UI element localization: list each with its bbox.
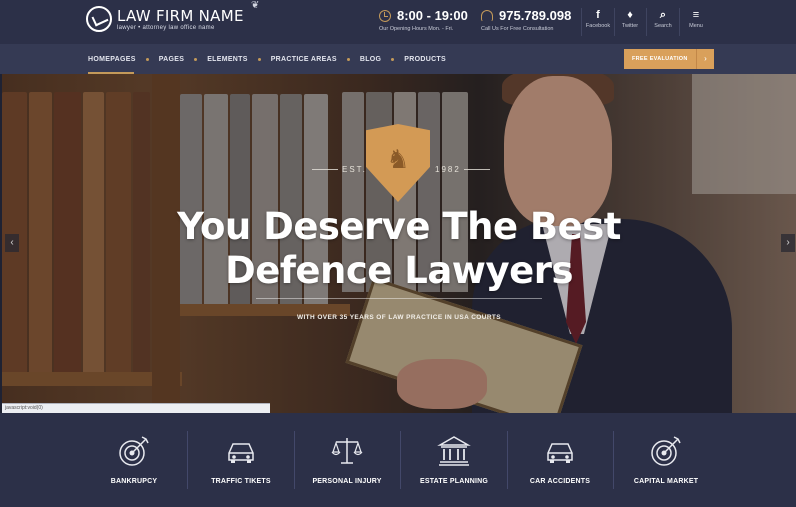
car-icon <box>547 443 573 463</box>
facebook-label: Facebook <box>585 23 611 29</box>
nav-item-pages[interactable]: PAGES <box>159 56 208 63</box>
nav-separator-dot <box>391 57 395 61</box>
twitter-icon: ♦ <box>627 9 633 21</box>
phone-value: 975.789.098 <box>499 8 572 23</box>
practice-areas-bar: BANKRUPCY TRAFFIC TIKETS PERSONAL INJURY <box>0 413 796 507</box>
service-car-accidents[interactable]: CAR ACCIDENTS <box>507 413 613 507</box>
twitter-label: Twitter <box>621 23 639 29</box>
nav-item-blog[interactable]: BLOG <box>360 56 404 63</box>
logo-tagline: lawyer • attorney law office name <box>117 24 215 31</box>
nav-item-homepages[interactable]: HOMEPAGES <box>88 56 159 63</box>
service-capital-market[interactable]: CAPITAL MARKET <box>613 413 719 507</box>
site-logo[interactable]: LAW FIRM NAME lawyer • attorney law offi… <box>86 0 259 32</box>
menu-icon: ≡ <box>692 9 700 21</box>
free-evaluation-button[interactable]: FREE EVALUATION › <box>624 49 714 69</box>
free-evaluation-label: FREE EVALUATION <box>632 56 688 62</box>
target-icon <box>651 436 681 466</box>
search-label: Search <box>654 23 672 29</box>
service-traffic-tickets[interactable]: TRAFFIC TIKETS <box>188 413 294 507</box>
est-year: 1982 <box>435 165 461 174</box>
service-label: BANKRUPCY <box>110 478 158 485</box>
hours-caption: Our Opening Hours Mon. - Fri. <box>379 26 454 32</box>
service-label: PERSONAL INJURY <box>312 478 382 485</box>
hero-title-line2: Defence Lawyers <box>225 249 573 292</box>
target-icon <box>119 436 149 466</box>
service-label: CAPITAL MARKET <box>633 478 699 485</box>
slider-next-button[interactable]: › <box>781 234 795 252</box>
headset-icon <box>481 9 493 22</box>
car-icon <box>228 443 254 463</box>
opening-hours: 8:00 - 19:00 Our Opening Hours Mon. - Fr… <box>379 8 468 32</box>
nav-item-products[interactable]: PRODUCTS <box>404 56 446 63</box>
divider <box>256 298 542 299</box>
service-personal-injury[interactable]: PERSONAL INJURY <box>294 413 400 507</box>
hero-slider: ♞ EST. 1982 You Deserve The Best Defence… <box>2 74 796 413</box>
search-button[interactable]: ⌕ Search <box>647 8 679 29</box>
logo-name: LAW FIRM NAME <box>117 6 244 25</box>
service-estate-planning[interactable]: ESTATE PLANNING <box>401 413 507 507</box>
main-nav: HOMEPAGES PAGES ELEMENTS PRACTICE AREAS … <box>0 44 796 74</box>
twitter-link[interactable]: ♦ Twitter <box>614 8 646 29</box>
courthouse-icon <box>437 436 471 466</box>
browser-status-bar: javascript:void(0) <box>2 403 270 413</box>
gavel-logo-icon <box>86 6 112 32</box>
menu-label: Menu <box>689 23 703 29</box>
facebook-link[interactable]: f Facebook <box>582 8 614 29</box>
service-label: CAR ACCIDENTS <box>529 478 591 485</box>
scales-icon <box>331 438 363 464</box>
top-header: LAW FIRM NAME lawyer • attorney law offi… <box>0 0 796 44</box>
nav-separator-dot <box>257 57 261 61</box>
slider-prev-button[interactable]: ‹ <box>5 234 19 252</box>
hero-subtitle: WITH OVER 35 YEARS OF LAW PRACTICE IN US… <box>296 314 502 321</box>
nav-separator-dot <box>145 57 149 61</box>
menu-button[interactable]: ≡ Menu <box>680 8 712 29</box>
lion-icon: ♞ <box>386 144 410 174</box>
search-icon: ⌕ <box>659 9 667 21</box>
nav-item-practice-areas[interactable]: PRACTICE AREAS <box>271 56 360 63</box>
facebook-icon: f <box>596 9 600 21</box>
phone-caption: Call Us For Free Consultation <box>481 26 554 32</box>
hours-value: 8:00 - 19:00 <box>397 8 468 23</box>
nav-separator-dot <box>194 57 198 61</box>
service-label: ESTATE PLANNING <box>419 478 489 485</box>
service-label: TRAFFIC TIKETS <box>211 478 271 485</box>
chevron-right-icon: › <box>696 49 714 69</box>
service-bankruptcy[interactable]: BANKRUPCY <box>81 413 187 507</box>
hero-title-line1: You Deserve The Best <box>177 205 621 248</box>
clock-icon <box>379 9 391 22</box>
laurel-icon: ❦ <box>251 0 260 11</box>
nav-item-elements[interactable]: ELEMENTS <box>207 56 271 63</box>
nav-separator-dot <box>346 57 350 61</box>
est-label: EST. <box>342 165 367 174</box>
phone-contact[interactable]: 975.789.098 Call Us For Free Consultatio… <box>481 8 571 32</box>
